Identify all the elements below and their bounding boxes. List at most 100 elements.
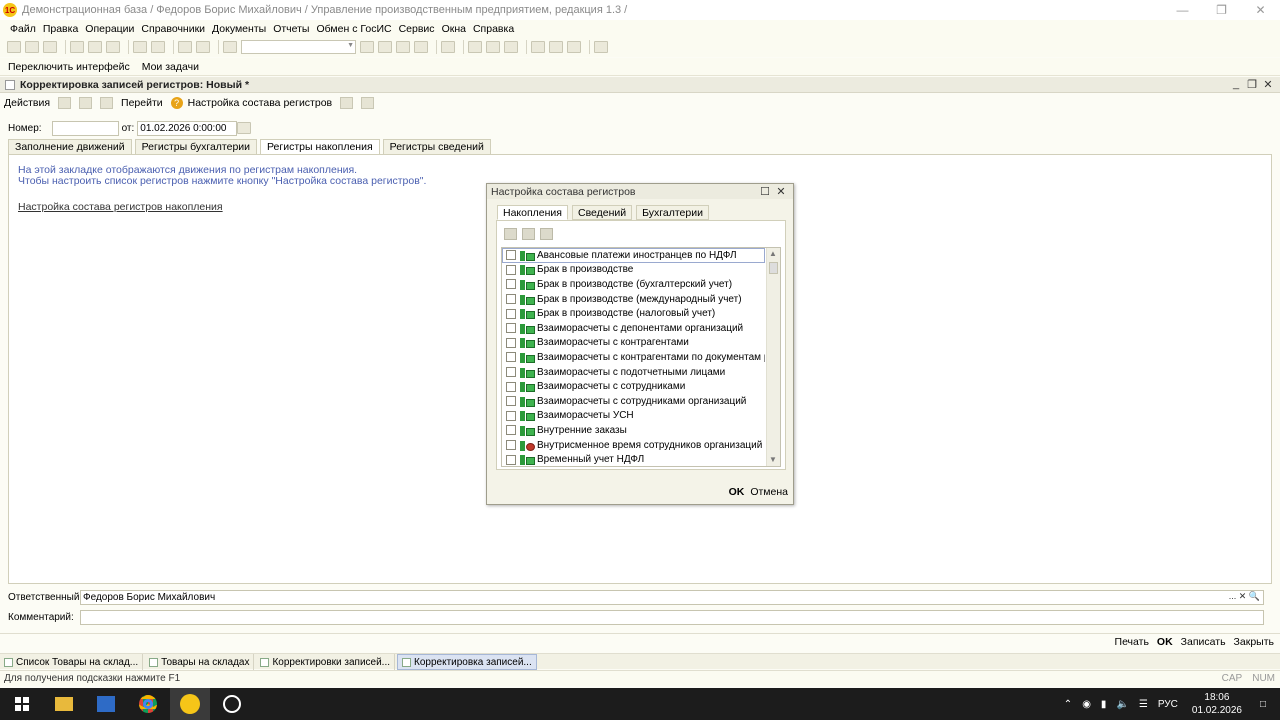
comment-field[interactable] bbox=[80, 609, 1264, 625]
speaker-icon[interactable]: 🔈 bbox=[1116, 699, 1128, 710]
list-item[interactable]: Брак в производстве (налоговый учет) bbox=[502, 306, 765, 321]
microphone-icon[interactable]: ▮ bbox=[1101, 699, 1107, 710]
window-tab[interactable]: Корректировки записей... bbox=[256, 654, 396, 670]
number-field[interactable] bbox=[51, 120, 119, 136]
list-item[interactable]: Авансовые платежи иностранцев по НДФЛ bbox=[502, 248, 765, 263]
tab-accumulation-registers[interactable]: Регистры накопления bbox=[260, 139, 380, 155]
checkbox[interactable] bbox=[506, 323, 516, 334]
redo-icon[interactable] bbox=[196, 41, 210, 53]
search-input[interactable]: ▼ bbox=[241, 40, 356, 54]
checkbox[interactable] bbox=[506, 396, 516, 407]
cut-icon[interactable] bbox=[70, 41, 84, 53]
search-icon[interactable] bbox=[223, 41, 237, 53]
minimize-icon[interactable]: — bbox=[1163, 0, 1202, 20]
menu-reports[interactable]: Отчеты bbox=[273, 23, 309, 35]
calendar-icon[interactable] bbox=[237, 122, 252, 134]
tab-information-registers[interactable]: Регистры сведений bbox=[382, 139, 491, 155]
print-button[interactable]: Печать bbox=[1115, 636, 1149, 648]
checkbox[interactable] bbox=[506, 337, 516, 348]
window-tab-active[interactable]: Корректировка записей... bbox=[397, 654, 537, 670]
invert-check-icon[interactable] bbox=[540, 228, 553, 240]
memory-plus-icon[interactable] bbox=[549, 41, 563, 53]
actions-menu[interactable]: Действия bbox=[4, 97, 50, 109]
checkbox[interactable] bbox=[506, 264, 516, 275]
wifi-icon[interactable]: ☰ bbox=[1139, 699, 1148, 710]
checkbox[interactable] bbox=[506, 410, 516, 421]
list-item[interactable]: Взаиморасчеты с контрагентами по докумен… bbox=[502, 350, 765, 365]
copy-icon[interactable] bbox=[88, 41, 102, 53]
list-item[interactable]: Взаиморасчеты с сотрудниками bbox=[502, 379, 765, 394]
close-icon[interactable]: ✕ bbox=[773, 185, 789, 198]
switch-interface-button[interactable]: Переключить интерфейс bbox=[8, 61, 130, 73]
checkbox[interactable] bbox=[506, 279, 516, 290]
field-actions-icon[interactable]: ... ✕ 🔍 bbox=[1229, 591, 1260, 602]
open-icon[interactable] bbox=[25, 41, 39, 53]
tab-fill-movements[interactable]: Заполнение движений bbox=[8, 139, 132, 155]
print-icon[interactable] bbox=[133, 41, 147, 53]
clear-search-icon[interactable] bbox=[360, 41, 374, 53]
maximize-icon[interactable]: ☐ bbox=[757, 185, 773, 198]
list-item[interactable]: Брак в производстве (международный учет) bbox=[502, 292, 765, 307]
menu-edit[interactable]: Правка bbox=[43, 23, 78, 35]
menu-help[interactable]: Справка bbox=[473, 23, 514, 35]
checkbox[interactable] bbox=[506, 454, 516, 465]
outlook-icon[interactable] bbox=[86, 688, 126, 720]
checkbox[interactable] bbox=[506, 308, 516, 319]
menu-documents[interactable]: Документы bbox=[212, 23, 266, 35]
calendar-icon[interactable] bbox=[486, 41, 500, 53]
list-item[interactable]: Взаиморасчеты с депонентами организаций bbox=[502, 321, 765, 336]
chevron-up-icon[interactable]: ⌃ bbox=[1064, 699, 1072, 710]
menu-service[interactable]: Сервис bbox=[399, 23, 435, 35]
list-item[interactable]: Взаиморасчеты с контрагентами bbox=[502, 336, 765, 351]
list-item[interactable]: Брак в производстве (бухгалтерский учет) bbox=[502, 277, 765, 292]
close-button[interactable]: Закрыть bbox=[1234, 636, 1274, 648]
scroll-down-icon[interactable]: ▼ bbox=[769, 455, 777, 464]
users-icon[interactable] bbox=[504, 41, 518, 53]
1c-app-icon[interactable] bbox=[170, 688, 210, 720]
close-icon[interactable]: ✕ bbox=[1260, 78, 1276, 91]
menu-windows[interactable]: Окна bbox=[442, 23, 466, 35]
list-item[interactable]: Временный учет НДФЛ bbox=[502, 452, 765, 466]
list-item[interactable]: Взаиморасчеты с сотрудниками организаций bbox=[502, 394, 765, 409]
save-button[interactable]: Записать bbox=[1181, 636, 1226, 648]
help-icon[interactable]: ? bbox=[170, 97, 183, 109]
maximize-icon[interactable]: ❐ bbox=[1202, 0, 1241, 20]
menu-file[interactable]: Файл bbox=[10, 23, 36, 35]
find-next-icon[interactable] bbox=[378, 41, 392, 53]
windows-icon[interactable] bbox=[414, 41, 428, 53]
table-icon[interactable] bbox=[340, 97, 354, 109]
my-tasks-button[interactable]: Мои задачи bbox=[142, 61, 199, 73]
list-item[interactable]: Брак в производстве bbox=[502, 263, 765, 278]
new-icon[interactable] bbox=[7, 41, 21, 53]
list-scrollbar[interactable]: ▲ ▼ bbox=[766, 248, 780, 466]
goto-menu[interactable]: Перейти bbox=[121, 97, 163, 109]
preview-icon[interactable] bbox=[151, 41, 165, 53]
memory-icon[interactable] bbox=[531, 41, 545, 53]
ok-button[interactable]: OK bbox=[1157, 636, 1173, 648]
structure-icon[interactable] bbox=[361, 97, 375, 109]
list-item[interactable]: Внутренние заказы bbox=[502, 423, 765, 438]
notifications-icon[interactable]: □ bbox=[1260, 699, 1266, 710]
clock-app-icon[interactable] bbox=[212, 688, 252, 720]
list-item[interactable]: Внутрисменное время сотрудников организа… bbox=[502, 438, 765, 453]
security-icon[interactable]: ◉ bbox=[1082, 699, 1091, 710]
restore-icon[interactable]: ❐ bbox=[1244, 78, 1260, 91]
uncheck-all-icon[interactable] bbox=[522, 228, 535, 240]
list-item[interactable]: Взаиморасчеты с подотчетными лицами bbox=[502, 365, 765, 380]
scroll-thumb[interactable] bbox=[769, 262, 778, 274]
ok-button[interactable]: OK bbox=[729, 486, 745, 498]
language-indicator[interactable]: РУС bbox=[1158, 699, 1178, 710]
list-item[interactable]: Взаиморасчеты УСН bbox=[502, 409, 765, 424]
tab-accumulation[interactable]: Накопления bbox=[497, 205, 568, 220]
windows-start-icon[interactable] bbox=[2, 688, 42, 720]
undo-icon[interactable] bbox=[178, 41, 192, 53]
menu-catalogs[interactable]: Справочники bbox=[141, 23, 205, 35]
register-setup-link[interactable]: Настройка состава регистров накопления bbox=[18, 201, 223, 213]
clock[interactable]: 18:06 01.02.2026 bbox=[1192, 691, 1242, 717]
chrome-icon[interactable] bbox=[128, 688, 168, 720]
checkbox[interactable] bbox=[506, 294, 516, 305]
tools-icon[interactable] bbox=[594, 41, 608, 53]
save-icon[interactable] bbox=[58, 97, 72, 109]
find-prev-icon[interactable] bbox=[396, 41, 410, 53]
memory-minus-icon[interactable] bbox=[567, 41, 581, 53]
